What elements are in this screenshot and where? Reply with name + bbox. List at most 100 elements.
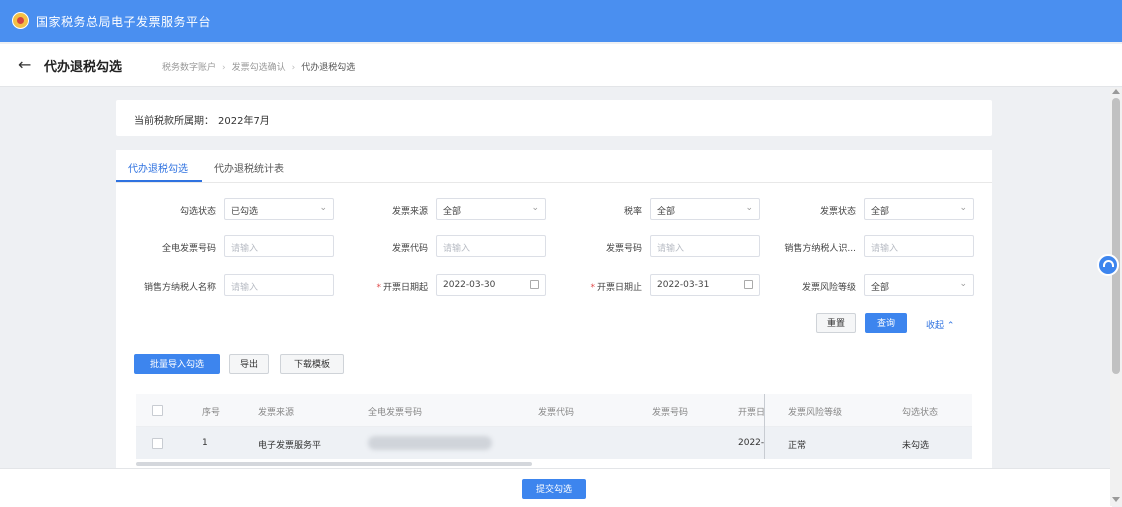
table-row[interactable]: 1 电子发票服务平 2022- 正常 未勾选 (136, 427, 972, 459)
calendar-icon (744, 280, 753, 289)
cell-index: 1 (202, 438, 208, 448)
cell-date: 2022- (738, 438, 765, 448)
fixed-column-divider (764, 394, 765, 459)
scroll-up-arrow-icon[interactable] (1112, 89, 1120, 94)
column-header: 发票号码 (652, 408, 689, 418)
tab-refund-check[interactable]: 代办退税勾选 (128, 160, 188, 175)
cell-risk-level: 正常 (788, 441, 807, 451)
headset-icon[interactable] (1097, 254, 1119, 276)
table-horizontal-scrollbar[interactable] (136, 462, 532, 466)
back-arrow-icon[interactable]: ← (18, 55, 31, 74)
invoice-source-label: 发票来源 (391, 207, 428, 217)
seller-name-input[interactable]: 请输入 (224, 274, 334, 296)
seller-name-placeholder: 请输入 (231, 283, 259, 293)
cell-check-status: 未勾选 (902, 441, 930, 451)
date-start-picker[interactable]: 2022-03-30 (436, 274, 546, 296)
chevron-down-icon: ⌄ (745, 203, 753, 213)
batch-import-button[interactable]: 批量导入勾选 (134, 354, 220, 374)
seller-tax-id-label: 销售方纳税人识... (784, 244, 856, 254)
invoice-status-value: 全部 (871, 207, 890, 217)
invoice-code-placeholder: 请输入 (443, 244, 471, 254)
invoice-number-label: 发票号码 (605, 244, 642, 254)
page-scrollbar-thumb[interactable] (1112, 98, 1120, 374)
breadcrumb-separator: › (222, 63, 226, 73)
full-invoice-number-placeholder: 请输入 (231, 244, 259, 254)
risk-level-value: 全部 (871, 283, 890, 293)
date-end-label: * 开票日期止 (542, 280, 642, 293)
chevron-up-icon: ⌃ (946, 321, 955, 331)
seller-name-label: 销售方纳税人名称 (143, 283, 216, 293)
required-marker: * (590, 283, 595, 293)
active-tab-indicator (116, 180, 202, 182)
breadcrumb-separator: › (291, 63, 296, 73)
footer-bar: 提交勾选 (0, 468, 1112, 507)
invoice-status-select[interactable]: 全部 ⌄ (864, 198, 974, 220)
select-all-checkbox[interactable] (152, 405, 163, 416)
row-checkbox[interactable] (152, 438, 163, 449)
collapse-label: 收起 (926, 321, 945, 331)
column-header: 序号 (202, 408, 221, 418)
tax-period-card: 当前税款所属期： 2022年7月 (116, 100, 992, 136)
tax-rate-value: 全部 (657, 207, 676, 217)
chevron-down-icon: ⌄ (959, 279, 967, 289)
breadcrumb-item[interactable]: 税务数字账户 (162, 60, 216, 73)
query-button[interactable]: 查询 (865, 313, 907, 333)
risk-level-select[interactable]: 全部 ⌄ (864, 274, 974, 296)
full-invoice-number-input[interactable]: 请输入 (224, 235, 334, 257)
date-end-label-text: 开票日期止 (596, 283, 642, 293)
cell-source: 电子发票服务平 (258, 441, 322, 451)
required-marker: * (376, 283, 381, 293)
chevron-down-icon: ⌄ (319, 203, 327, 213)
submit-check-button[interactable]: 提交勾选 (522, 479, 586, 499)
date-start-label-text: 开票日期起 (382, 283, 428, 293)
check-status-select[interactable]: 已勾选 ⌄ (224, 198, 334, 220)
invoice-status-label: 发票状态 (819, 207, 856, 217)
invoice-source-select[interactable]: 全部 ⌄ (436, 198, 546, 220)
invoice-code-label: 发票代码 (391, 244, 428, 254)
invoice-number-input[interactable]: 请输入 (650, 235, 760, 257)
breadcrumb-current: 代办退税勾选 (301, 63, 356, 73)
tax-emblem-icon (12, 12, 29, 29)
breadcrumb: 税务数字账户 › 发票勾选确认 › 代办退税勾选 (162, 60, 355, 73)
invoice-source-value: 全部 (443, 207, 462, 217)
date-start-label: * 开票日期起 (328, 280, 428, 293)
seller-tax-id-input[interactable]: 请输入 (864, 235, 974, 257)
redacted-invoice-number (368, 436, 492, 450)
column-header: 开票日 (738, 408, 766, 418)
table-header: 序号 发票来源 全电发票号码 发票代码 发票号码 开票日 发票风险等级 勾选状态 (136, 394, 972, 427)
column-header: 发票来源 (258, 408, 295, 418)
tax-rate-select[interactable]: 全部 ⌄ (650, 198, 760, 220)
calendar-icon (530, 280, 539, 289)
date-end-picker[interactable]: 2022-03-31 (650, 274, 760, 296)
breadcrumb-item[interactable]: 发票勾选确认 (232, 60, 286, 73)
tab-bar: 代办退税勾选 代办退税统计表 (116, 150, 992, 183)
seller-tax-id-placeholder: 请输入 (871, 244, 899, 254)
check-status-label: 勾选状态 (179, 207, 216, 217)
column-header: 发票风险等级 (788, 408, 843, 418)
chevron-down-icon: ⌄ (531, 203, 539, 213)
date-end-value: 2022-03-31 (657, 280, 710, 290)
export-button[interactable]: 导出 (229, 354, 269, 374)
page-title: 代办退税勾选 (44, 60, 123, 75)
risk-level-label: 发票风险等级 (801, 283, 856, 293)
invoice-code-input[interactable]: 请输入 (436, 235, 546, 257)
invoice-number-placeholder: 请输入 (657, 244, 685, 254)
full-invoice-number-label: 全电发票号码 (161, 244, 216, 254)
collapse-toggle[interactable]: 收起 ⌃ (926, 318, 954, 331)
tax-period-label: 当前税款所属期： (134, 116, 214, 127)
download-template-button[interactable]: 下载模板 (280, 354, 344, 374)
page-navbar: ← 代办退税勾选 税务数字账户 › 发票勾选确认 › 代办退税勾选 (0, 44, 1122, 87)
date-start-value: 2022-03-30 (443, 280, 496, 290)
top-header-bar: 国家税务总局电子发票服务平台 (0, 0, 1122, 42)
column-header: 勾选状态 (902, 408, 939, 418)
column-header: 发票代码 (538, 408, 575, 418)
check-status-value: 已勾选 (231, 207, 259, 217)
scroll-down-arrow-icon[interactable] (1112, 497, 1120, 502)
platform-title: 国家税务总局电子发票服务平台 (36, 15, 212, 29)
chevron-down-icon: ⌄ (959, 203, 967, 213)
tab-refund-statistics[interactable]: 代办退税统计表 (214, 160, 284, 175)
tax-period-value: 2022年7月 (218, 116, 270, 127)
reset-button[interactable]: 重置 (816, 313, 856, 333)
tax-rate-label: 税率 (623, 207, 642, 217)
column-header: 全电发票号码 (368, 408, 423, 418)
